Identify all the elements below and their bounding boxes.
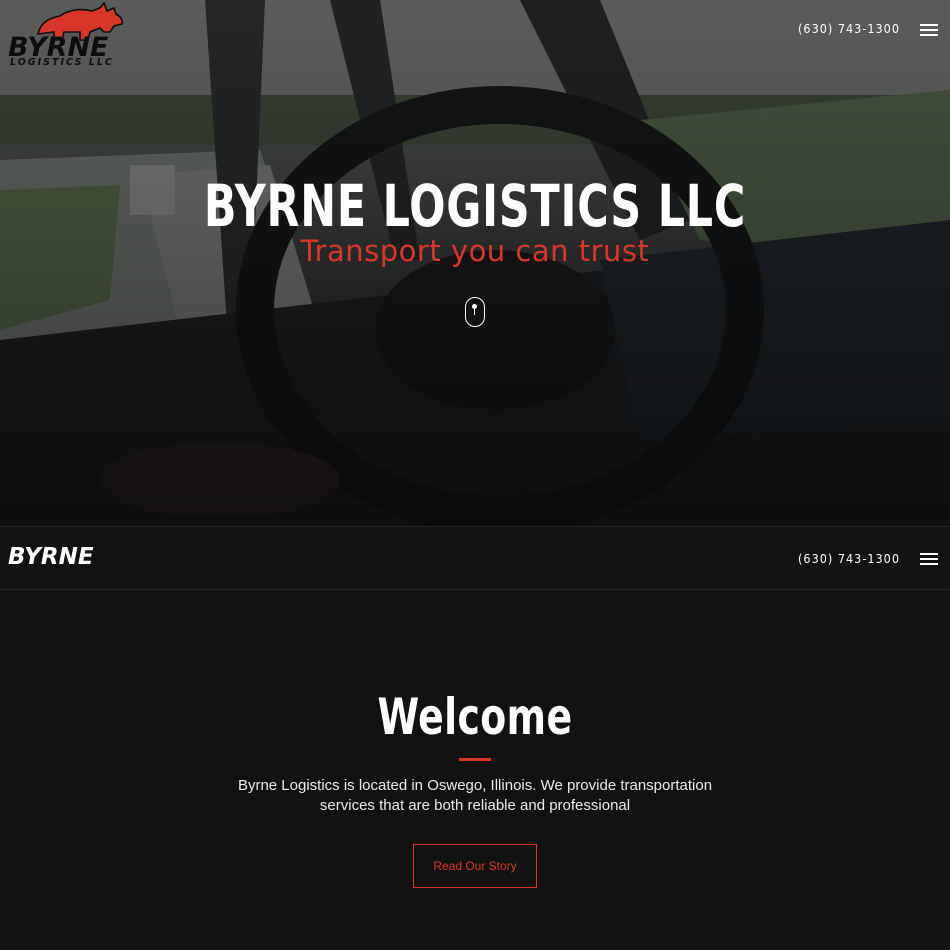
hamburger-menu-icon[interactable] (920, 24, 938, 36)
hamburger-menu-icon[interactable] (920, 553, 938, 565)
navbar-logo[interactable]: BYRNE (8, 544, 94, 570)
hero-tagline: Transport you can trust (300, 234, 650, 268)
read-our-story-button[interactable]: Read Our Story (413, 844, 537, 888)
logo-subtitle: LOGISTICS LLC (10, 57, 114, 68)
welcome-description: Byrne Logistics is located in Oswego, Il… (237, 777, 713, 814)
scroll-mouse-icon[interactable] (465, 297, 485, 327)
site-navbar: BYRNE (630) 743-1300 (0, 526, 950, 590)
hero-title: BYRNE LOGISTICS LLC (203, 172, 747, 240)
byrne-logistics-logo[interactable]: BYRNE LOGISTICS LLC (8, 2, 123, 70)
heading-divider (459, 758, 491, 761)
navbar-phone-link[interactable]: (630) 743-1300 (798, 551, 900, 566)
hero-phone-link[interactable]: (630) 743-1300 (798, 21, 900, 36)
welcome-heading: Welcome (377, 688, 573, 746)
welcome-section: Welcome Byrne Logistics is located in Os… (0, 590, 950, 950)
hero-section: BYRNE LOGISTICS LLC (630) 743-1300 BYRNE… (0, 0, 950, 526)
